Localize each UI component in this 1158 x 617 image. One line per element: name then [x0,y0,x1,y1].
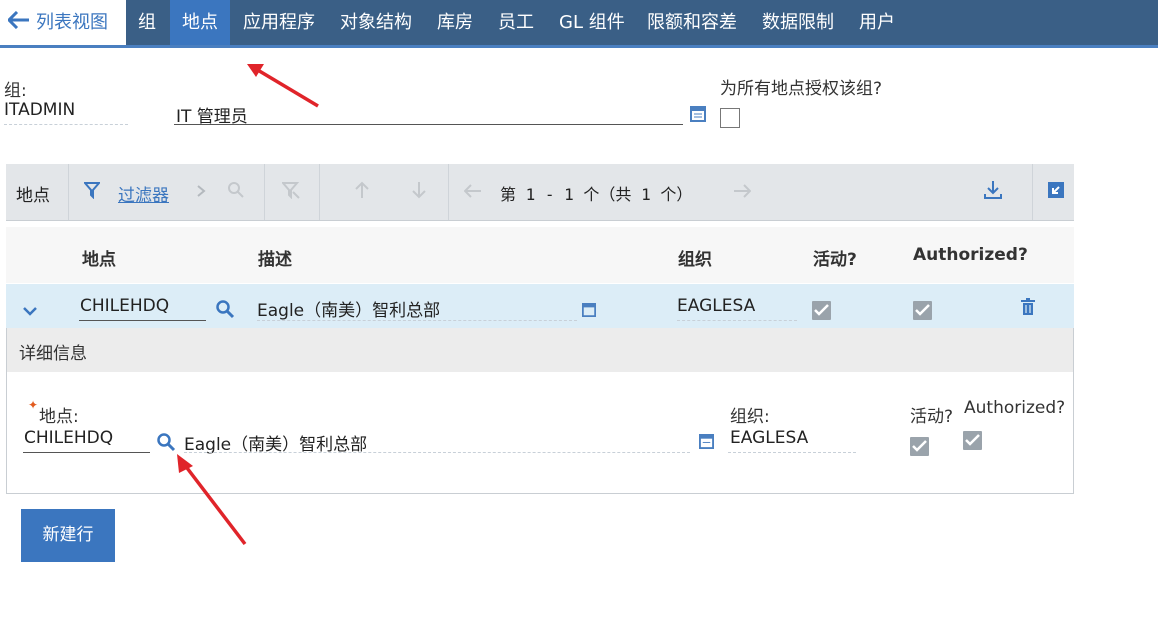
tab-users[interactable]: 用户 [847,0,907,45]
column-header-description[interactable]: 描述 [258,245,292,270]
location-lookup-icon[interactable] [215,299,235,323]
delete-row-icon[interactable] [1021,298,1035,320]
column-header-active[interactable]: 活动? [813,245,857,270]
authorize-all-checkbox[interactable] [720,108,740,128]
toolbar-divider [264,164,265,220]
row-description-value[interactable]: Eagle（南美）智利总部 [257,296,440,321]
detail-authorized-label: Authorized? [964,398,1066,418]
back-arrow-icon [6,1,30,46]
tab-storerooms[interactable]: 库房 [425,0,485,45]
arrow-down-icon[interactable] [411,181,427,203]
tab-labor[interactable]: 员工 [486,0,546,45]
detail-org-label: 组织: [730,407,770,427]
search-icon[interactable] [227,181,245,203]
chevron-down-icon[interactable] [23,301,37,320]
toolbar-divider [319,164,320,220]
row-long-description-icon[interactable] [582,302,596,321]
pagination-text: 第 1 - 1 个（共 1 个） [500,185,693,204]
tab-limits-tolerances[interactable]: 限额和容差 [635,0,749,45]
table-row[interactable]: CHILEHDQ Eagle（南美）智利总部 EAGLESA [6,284,1074,328]
tab-group[interactable]: 组 [126,0,168,45]
group-description-underline [174,124,683,125]
table-header: 地点 描述 组织 活动? Authorized? [6,227,1074,283]
column-header-location[interactable]: 地点 [82,245,116,270]
details-section-header: 详细信息 [6,328,1074,372]
group-label: 组: [4,81,27,101]
detail-active-checkbox [910,437,929,456]
row-authorized-checkbox[interactable] [913,301,932,320]
row-organization-value: EAGLESA [677,296,756,316]
detail-location-field[interactable]: CHILEHDQ [24,428,113,448]
new-row-button[interactable]: 新建行 [21,509,115,562]
row-active-checkbox [812,301,831,320]
group-code-underline [4,124,128,125]
detail-org-field: EAGLESA [730,428,809,448]
detail-org-underline [728,452,856,453]
row-description-underline [257,320,577,321]
clear-filter-icon[interactable] [280,181,300,203]
tab-locations[interactable]: 地点 [170,0,230,45]
toolbar-divider [448,164,449,220]
filter-icon[interactable] [82,181,102,203]
detail-authorized-checkbox[interactable] [963,431,982,450]
detail-active-label: 活动? [910,407,954,427]
tab-object-structures[interactable]: 对象结构 [328,0,424,45]
detail-location-underline [23,452,150,453]
row-location-value[interactable]: CHILEHDQ [80,296,169,316]
previous-page-icon[interactable] [463,183,482,202]
group-code-field[interactable]: ITADMIN [4,100,75,120]
list-view-label: 列表视图 [36,12,108,33]
detail-location-label: 地点: [39,407,79,427]
tab-gl-components[interactable]: GL 组件 [547,0,637,45]
tab-applications[interactable]: 应用程序 [231,0,327,45]
arrow-up-icon[interactable] [354,181,370,203]
column-header-authorized[interactable]: Authorized? [913,245,1028,265]
download-icon[interactable] [983,180,1003,204]
tab-data-restrictions[interactable]: 数据限制 [750,0,846,45]
detail-long-description-icon[interactable] [699,434,714,453]
filter-link[interactable]: 过滤器 [118,181,169,206]
table-toolbar: 地点 过滤器 第 1 - 1 个（共 1 个） [6,164,1074,221]
details-title: 详细信息 [19,344,87,364]
row-location-underline [79,320,206,321]
toolbar-divider [1032,164,1033,220]
list-view-tab[interactable]: 列表视图 [0,0,126,45]
row-organization-underline [677,320,797,321]
toolbar-divider [68,164,69,220]
detail-description-underline [184,452,690,453]
column-header-organization[interactable]: 组织 [678,245,712,270]
chevron-right-icon[interactable] [196,183,206,202]
authorize-all-label: 为所有地点授权该组? [720,79,883,99]
next-page-icon[interactable] [733,183,752,202]
details-section: ✦ 地点: CHILEHDQ Eagle（南美）智利总部 组织: EAGLESA… [6,372,1074,494]
table-title: 地点 [16,186,50,206]
detail-location-lookup-icon[interactable] [156,432,176,456]
required-asterisk-icon: ✦ [28,398,39,412]
top-tab-bar: 列表视图 组 地点 应用程序 对象结构 库房 员工 GL 组件 限额和容差 数据… [0,0,1158,48]
long-description-icon[interactable] [690,106,706,126]
collapse-table-icon[interactable] [1048,182,1064,202]
annotation-arrow-to-tab [247,64,319,108]
